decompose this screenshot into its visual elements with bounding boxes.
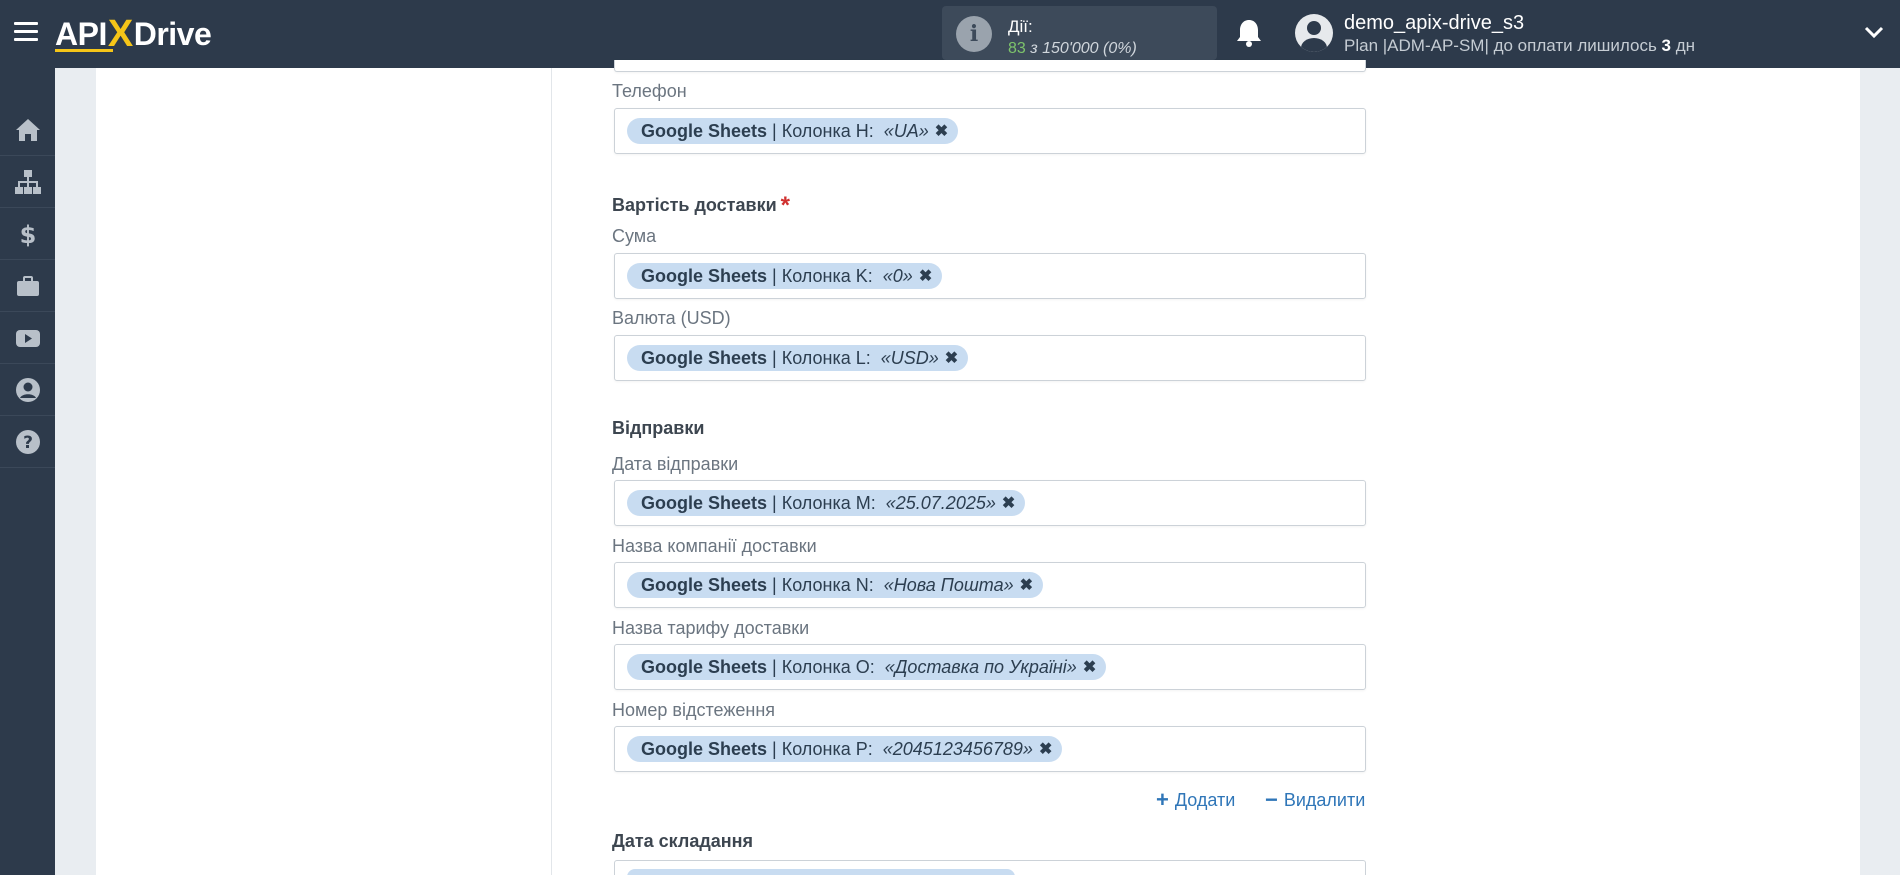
remove-button[interactable]: − Видалити: [1265, 787, 1365, 813]
carrier-label: Назва компанії доставки: [612, 536, 817, 556]
home-icon: [15, 118, 40, 141]
amount-label: Сума: [612, 226, 657, 246]
help-icon: ?: [15, 429, 40, 454]
briefcase-icon: [16, 275, 39, 296]
tariff-tag: Google Sheets | Колонка O: «Доставка по Ук…: [627, 654, 1107, 680]
remove-tag-icon[interactable]: ✖: [945, 348, 958, 368]
user-circle-icon: [15, 377, 40, 402]
bell-icon[interactable]: [1235, 18, 1263, 48]
carrier-field[interactable]: Google Sheets | Колонка N: «Нова Пошта» ✖: [614, 562, 1366, 608]
carrier-tag: Google Sheets | Колонка N: «Нова Пошта» ✖: [627, 572, 1043, 598]
phone-tag: Google Sheets | Колонка H: «UA» ✖: [627, 118, 959, 144]
amount-tag: Google Sheets | Колонка K: «0» ✖: [627, 263, 943, 289]
tariff-field[interactable]: Google Sheets | Колонка O: «Доставка по Ук…: [614, 644, 1366, 690]
left-panel: [96, 68, 551, 875]
shipments-title: Відправки: [612, 418, 705, 438]
svg-text:$: $: [19, 221, 36, 248]
ship-date-label: Дата відправки: [612, 454, 739, 474]
remove-tag-icon[interactable]: ✖: [1039, 739, 1052, 759]
tracking-field[interactable]: Google Sheets | Колонка P: «2045123456789»…: [614, 726, 1366, 772]
sidebar-item-videos[interactable]: [0, 312, 55, 364]
minus-icon: −: [1265, 787, 1278, 812]
sitemap-icon: [14, 169, 41, 194]
apixdrive-logo[interactable]: API X Drive: [55, 12, 212, 56]
remove-tag-icon[interactable]: ✖: [1020, 575, 1033, 595]
required-mark: *: [780, 192, 790, 219]
remove-tag-icon[interactable]: ✖: [1002, 493, 1015, 513]
plus-icon: +: [1156, 787, 1169, 812]
user-name[interactable]: demo_apix-drive_s3: [1344, 12, 1524, 35]
sidebar-item-help[interactable]: ?: [0, 416, 55, 468]
sidebar-item-home[interactable]: [0, 104, 55, 156]
actions-label: Дії:: [1008, 17, 1033, 36]
actions-count: 83 з 150'000 (0%): [1008, 40, 1137, 57]
user-plan: Plan |ADM-AP-SM| до оплати лишилось 3 дн: [1344, 36, 1696, 55]
dollar-icon: $: [19, 221, 36, 248]
youtube-icon: [15, 329, 40, 347]
avatar[interactable]: [1295, 14, 1333, 52]
svg-text:?: ?: [23, 433, 33, 453]
currency-label: Валюта (USD): [612, 308, 731, 328]
ship-date-tag: Google Sheets | Колонка M: «25.07.2025» ✖: [627, 490, 1026, 516]
currency-tag: Google Sheets | Колонка L: «USD» ✖: [627, 345, 969, 371]
chevron-down-icon[interactable]: [1864, 24, 1884, 40]
tracking-label: Номер відстеження: [612, 700, 776, 720]
sidebar-item-profile[interactable]: [0, 364, 55, 416]
compile-date-field[interactable]: [614, 860, 1366, 875]
remove-tag-icon[interactable]: ✖: [1083, 657, 1096, 677]
tariff-label: Назва тарифу доставки: [612, 618, 810, 638]
sidebar-item-billing[interactable]: $: [0, 208, 55, 260]
sidebar-item-connections[interactable]: [0, 156, 55, 208]
compile-date-title: Дата складання: [612, 831, 754, 851]
remove-tag-icon[interactable]: ✖: [935, 121, 948, 141]
sidebar-item-services[interactable]: [0, 260, 55, 312]
phone-field[interactable]: Google Sheets | Колонка H: «UA» ✖: [614, 108, 1366, 154]
remove-tag-icon[interactable]: ✖: [919, 266, 932, 286]
actions-counter: i Дії: 83 з 150'000 (0%): [942, 6, 1217, 60]
ship-date-field[interactable]: Google Sheets | Колонка M: «25.07.2025» ✖: [614, 480, 1366, 526]
panel-divider: [551, 68, 552, 875]
phone-label: Телефон: [612, 81, 687, 101]
info-icon: i: [956, 16, 992, 52]
tracking-tag: Google Sheets | Колонка P: «2045123456789»…: [627, 736, 1063, 762]
currency-field[interactable]: Google Sheets | Колонка L: «USD» ✖: [614, 335, 1366, 381]
menu-icon[interactable]: [14, 22, 38, 42]
shipping-cost-title: Вартість доставки *: [612, 192, 790, 219]
amount-field[interactable]: Google Sheets | Колонка K: «0» ✖: [614, 253, 1366, 299]
previous-field[interactable]: [614, 60, 1366, 72]
sidebar: $ ?: [0, 68, 55, 875]
top-bar: API X Drive i Дії: 83 з 150'000 (0%) demo_…: [0, 0, 1900, 68]
add-button[interactable]: + Додати: [1156, 787, 1235, 813]
